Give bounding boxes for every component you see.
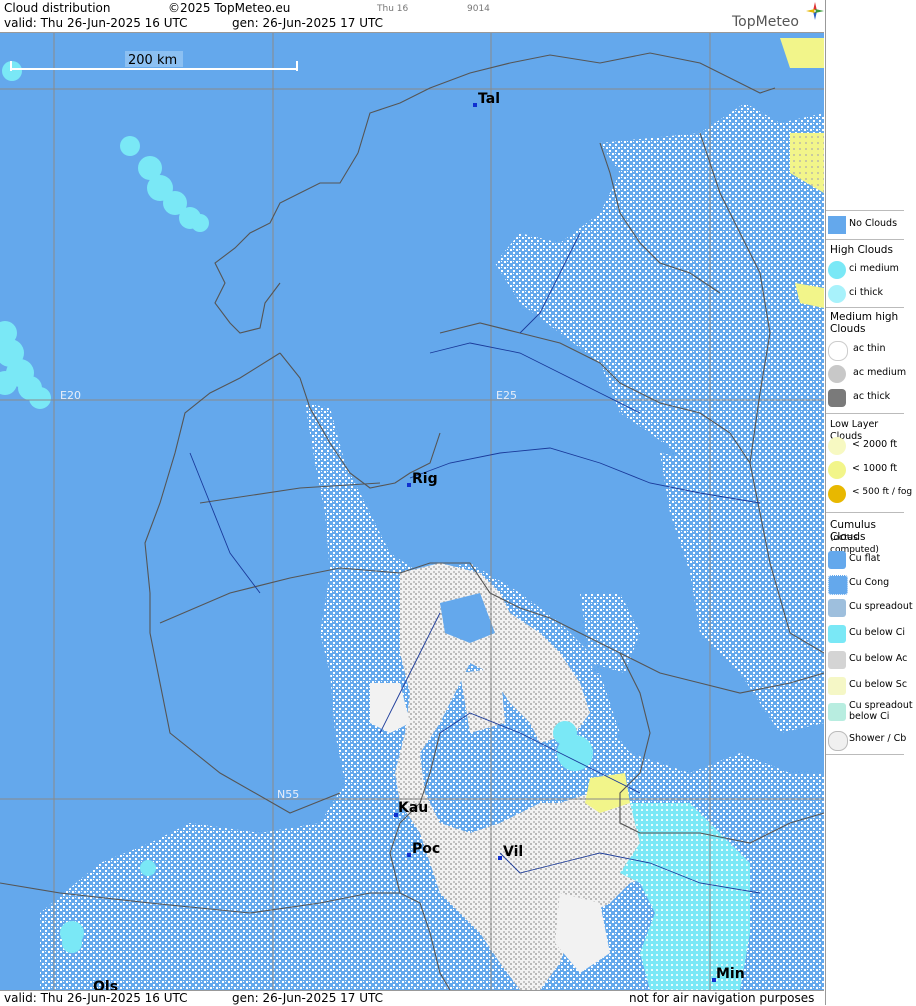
legend-cu-below-ci: Cu below Ci: [826, 622, 906, 646]
legend-divider: [826, 210, 904, 211]
legend-cu-spreadout: Cu spreadout: [826, 596, 913, 620]
legend-label: Cu spreadout: [849, 700, 913, 711]
legend-label: ac thin: [853, 343, 886, 354]
legend-cu-flat: Cu flat: [826, 548, 904, 572]
compass-icon: [806, 2, 824, 20]
footer-generated-time: gen: 26-Jun-2025 17 UTC: [232, 991, 384, 1005]
map-title: Cloud distribution: [4, 1, 111, 15]
legend-divider: [826, 512, 904, 513]
legend-low-500: < 500 ft / fog: [826, 482, 912, 506]
legend-cu-cong: Cu Cong: [826, 572, 904, 596]
city-kaunas[interactable]: Kau: [394, 800, 428, 817]
legend-divider: [826, 307, 904, 308]
run-code: Thu 16: [377, 4, 409, 14]
city-label-vil: Vil: [503, 844, 523, 860]
city-riga[interactable]: Rig: [407, 471, 438, 487]
ci-medium-swatch: [828, 261, 846, 279]
ac-thick-swatch: [828, 389, 846, 407]
low-500-swatch: [828, 485, 846, 503]
legend-low-2000: < 2000 ft: [826, 434, 904, 458]
legend-medium-heading-1: Medium high: [830, 311, 899, 323]
map-footer: valid: Thu 26-Jun-2025 16 UTC gen: 26-Ju…: [0, 990, 824, 1006]
city-label-tal: Tal: [478, 91, 500, 107]
low-2000-swatch: [828, 437, 846, 455]
legend-ac-medium: ac medium: [826, 362, 907, 386]
cu-below-sc-swatch: [828, 677, 846, 695]
legend-no-clouds: No Clouds: [826, 213, 904, 237]
valid-time: valid: Thu 26-Jun-2025 16 UTC: [4, 16, 188, 30]
cu-below-ci-swatch: [828, 625, 846, 643]
topmeteo-logo[interactable]: TopMeteo: [732, 14, 799, 30]
legend-label: Cu below Ci: [849, 627, 906, 638]
footer-valid-time: valid: Thu 26-Jun-2025 16 UTC: [4, 991, 188, 1005]
legend-label: ci thick: [849, 287, 883, 298]
low-1000-swatch: [828, 461, 846, 479]
legend-panel: No Clouds High Clouds ci medium ci thick…: [825, 0, 916, 1005]
lat-label-n55: N55: [277, 788, 299, 801]
legend-label: ac thick: [853, 391, 891, 402]
city-label-rig: Rig: [412, 471, 438, 487]
legend-label: < 500 ft / fog: [852, 487, 913, 497]
copyright: ©2025 TopMeteo.eu: [168, 1, 291, 15]
city-label-kau: Kau: [398, 800, 428, 816]
legend-medium-heading-2: Clouds: [830, 323, 866, 335]
legend-label: Cu below Sc: [849, 679, 908, 690]
cu-spreadout-below-ci-swatch: [828, 703, 846, 721]
no-clouds-swatch: [828, 216, 846, 234]
cu-flat-swatch: [828, 551, 846, 569]
ac-thin-swatch: [828, 341, 848, 361]
disclaimer: not for air navigation purposes: [629, 991, 815, 1005]
legend-label: Cu flat: [849, 553, 881, 564]
city-olsztyn[interactable]: Ols: [93, 979, 118, 990]
legend-ci-medium: ci medium: [826, 258, 904, 282]
city-tallinn[interactable]: Tal: [473, 91, 500, 107]
cloud-map[interactable]: E20 E25 N55 200 km Tal Rig Kau Poc Vil M…: [0, 33, 824, 990]
shower-cb-swatch: [828, 731, 848, 751]
city-label-ols: Ols: [93, 979, 118, 990]
lon-label-e20: E20: [60, 389, 81, 402]
legend-label: Cu Cong: [849, 577, 890, 588]
legend-label: No Clouds: [849, 218, 898, 229]
legend-label: < 2000 ft: [852, 439, 898, 450]
legend-label: Cu spreadout: [849, 601, 913, 612]
legend-divider: [826, 754, 904, 755]
legend-ac-thick: ac thick: [826, 386, 904, 410]
lon-label-e25: E25: [496, 389, 517, 402]
ac-medium-swatch: [828, 365, 846, 383]
scale-label: 200 km: [128, 53, 177, 68]
cirrus-areas: [0, 61, 209, 953]
legend-cu-spreadout-below-ci: Cu spreadout below Ci: [826, 700, 913, 730]
cu-spreadout-swatch: [828, 599, 846, 617]
legend-ci-thick: ci thick: [826, 282, 904, 306]
legend-divider: [826, 239, 904, 240]
legend-cu-below-ac: Cu below Ac: [826, 648, 908, 672]
legend-cu-below-sc: Cu below Sc: [826, 674, 908, 698]
cu-cong-swatch: [828, 575, 848, 595]
legend-label: < 1000 ft: [852, 463, 898, 474]
city-label-poc: Poc: [412, 841, 440, 857]
legend-high-heading: High Clouds: [830, 244, 893, 256]
legend-label: Cu below Ac: [849, 653, 908, 664]
map-canvas: E20 E25 N55 200 km Tal Rig Kau Poc Vil M…: [0, 33, 824, 990]
legend-label: ac medium: [853, 367, 907, 378]
cu-below-ac-swatch: [828, 651, 846, 669]
map-header: Cloud distribution ©2025 TopMeteo.eu Thu…: [0, 0, 824, 33]
city-label-min: Min: [716, 966, 745, 982]
generated-time: gen: 26-Jun-2025 17 UTC: [232, 16, 384, 30]
city-minsk[interactable]: Min: [712, 966, 745, 982]
city-pocs[interactable]: Poc: [407, 841, 440, 857]
legend-shower-cb: Shower / Cb: [826, 728, 907, 752]
ci-thick-swatch: [828, 285, 846, 303]
legend-ac-thin: ac thin: [826, 338, 904, 362]
legend-label: Shower / Cb: [849, 733, 907, 744]
legend-label: ci medium: [849, 263, 899, 274]
legend-low-1000: < 1000 ft: [826, 458, 904, 482]
legend-divider: [826, 413, 904, 414]
map-code: 9014: [467, 4, 490, 14]
legend-label: below Ci: [849, 711, 890, 722]
